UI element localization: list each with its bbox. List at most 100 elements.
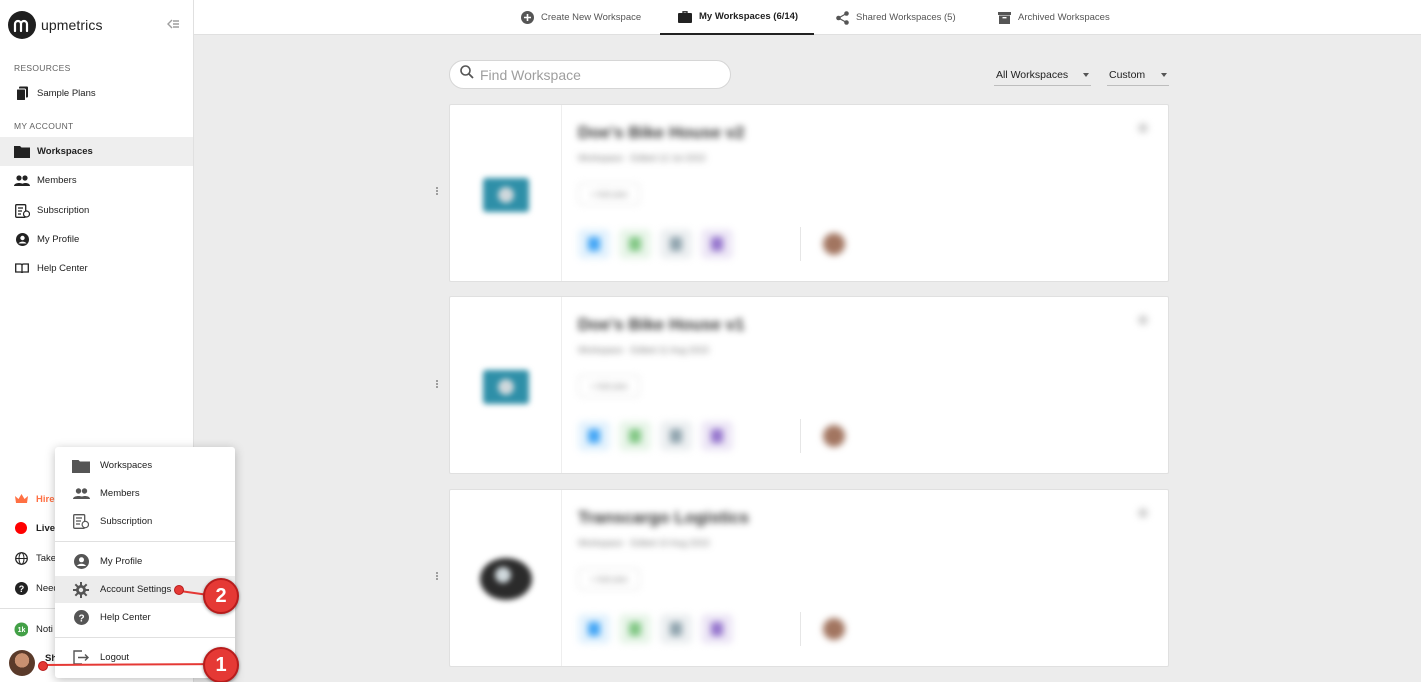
svg-text:?: ?	[78, 614, 84, 625]
menu-item-subscription[interactable]: Subscription	[55, 508, 235, 535]
plan-chip[interactable]	[660, 229, 692, 259]
sidebar-item-members[interactable]: Members	[0, 166, 193, 195]
share-icon	[835, 10, 849, 25]
add-plan-button[interactable]: + Add plan	[578, 568, 640, 590]
plan-chip[interactable]	[619, 421, 651, 451]
folder-icon	[14, 144, 30, 160]
workspace-thumbnail-area	[450, 490, 562, 666]
more-options-icon[interactable]	[1138, 315, 1148, 325]
plan-chip[interactable]	[578, 229, 610, 259]
menu-item-my-profile[interactable]: My Profile	[55, 548, 235, 575]
tab-label: Archived Workspaces	[1018, 12, 1110, 23]
workspace-card[interactable]: Doe's Bike House v2 Workspace · Edited 1…	[449, 104, 1169, 282]
tab-shared-workspaces[interactable]: Shared Workspaces (5)	[835, 0, 956, 35]
more-options-icon[interactable]	[1138, 123, 1148, 133]
sidebar-item-label: Subscription	[37, 205, 90, 216]
menu-item-label: Members	[100, 488, 140, 499]
sidebar-item-sample-plans[interactable]: Sample Plans	[0, 79, 193, 108]
menu-item-label: Help Center	[100, 612, 151, 623]
drag-handle-icon[interactable]	[436, 572, 442, 584]
archive-icon	[997, 11, 1011, 25]
select-value: All Workspaces	[996, 68, 1069, 81]
plan-chip[interactable]	[578, 614, 610, 644]
workspace-thumbnail	[480, 558, 532, 600]
workspace-subtitle: Workspace · Edited 12 Jul 2023	[578, 153, 706, 163]
sidebar-item-label: Noti	[36, 623, 53, 635]
plan-chip[interactable]	[578, 421, 610, 451]
globe-icon	[14, 551, 28, 565]
avatar[interactable]	[9, 650, 35, 676]
svg-text:?: ?	[18, 584, 24, 594]
sidebar-item-label: Help Center	[37, 263, 88, 274]
plan-chip[interactable]	[619, 229, 651, 259]
menu-divider	[55, 541, 235, 542]
sidebar-item-live[interactable]: Live	[0, 514, 60, 542]
add-plan-button[interactable]: + Add plan	[578, 183, 640, 205]
sidebar-item-notifications[interactable]: 1k Noti	[0, 615, 60, 643]
tab-archived-workspaces[interactable]: Archived Workspaces	[997, 0, 1110, 35]
plan-chip[interactable]	[660, 614, 692, 644]
plan-chips	[578, 229, 742, 259]
add-circle-icon	[520, 11, 534, 25]
sidebar-item-label: My Profile	[37, 234, 80, 245]
workspace-scope-select[interactable]: All Workspaces	[994, 64, 1091, 86]
sidebar-item-subscription[interactable]: Subscription	[0, 196, 193, 225]
plan-chip[interactable]	[701, 229, 733, 259]
sidebar-item-need[interactable]: ? Need	[0, 574, 60, 602]
plan-chip[interactable]	[660, 421, 692, 451]
sidebar-item-label: Live	[36, 522, 56, 534]
workspace-card[interactable]: Transcargo Logistics Workspace · Edited …	[449, 489, 1169, 667]
sidebar-item-label: Sample Plans	[37, 88, 96, 99]
upmetrics-logo-icon	[8, 11, 36, 39]
more-options-icon[interactable]	[1138, 508, 1148, 518]
drag-handle-icon[interactable]	[436, 187, 442, 199]
workspace-card[interactable]: Doe's Bike House v1 Workspace · Edited 1…	[449, 296, 1169, 474]
section-label-resources: RESOURCES	[14, 63, 71, 73]
menu-item-label: Subscription	[100, 516, 153, 527]
tab-create-new-workspace[interactable]: Create New Workspace	[520, 0, 641, 35]
annotation-badge-1: 1	[203, 647, 239, 682]
brand-name: upmetrics	[41, 17, 103, 33]
briefcase-icon	[678, 10, 692, 24]
workspace-thumbnail-area	[450, 105, 562, 281]
workspace-subtitle: Workspace · Edited 10 Aug 2023	[578, 538, 710, 548]
sort-select[interactable]: Custom	[1107, 64, 1169, 86]
member-avatar	[823, 233, 845, 255]
plan-chip[interactable]	[619, 614, 651, 644]
annotation-badge-2: 2	[203, 578, 239, 614]
search-input[interactable]	[480, 66, 710, 83]
workspace-title: Doe's Bike House v1	[578, 315, 745, 334]
workspace-thumbnail-area	[450, 297, 562, 473]
workspace-title: Doe's Bike House v2	[578, 123, 745, 142]
notification-count: 1k	[18, 627, 26, 634]
sidebar-item-hire[interactable]: Hire	[0, 485, 60, 513]
drag-handle-icon[interactable]	[436, 380, 442, 392]
people-icon	[14, 173, 30, 189]
tab-my-workspaces[interactable]: My Workspaces (6/14)	[660, 0, 815, 35]
workspace-title: Transcargo Logistics	[578, 508, 749, 527]
sidebar-item-take[interactable]: Take	[0, 544, 60, 572]
collapse-sidebar-icon[interactable]	[165, 17, 181, 31]
add-plan-button[interactable]: + Add plan	[578, 375, 640, 397]
menu-divider	[55, 637, 235, 638]
search-box[interactable]	[449, 60, 731, 89]
document-icon	[14, 86, 30, 102]
account-circle-icon	[72, 553, 90, 571]
sidebar-item-label: Hire	[36, 493, 55, 505]
sidebar-item-workspaces[interactable]: Workspaces	[0, 137, 193, 166]
logo[interactable]: upmetrics	[8, 11, 103, 39]
workspace-thumbnail	[483, 178, 529, 212]
sidebar-item-my-profile[interactable]: My Profile	[0, 225, 193, 254]
help-icon: ?	[14, 581, 28, 595]
plan-chip[interactable]	[701, 614, 733, 644]
menu-item-members[interactable]: Members	[55, 480, 235, 507]
menu-item-workspaces[interactable]: Workspaces	[55, 452, 235, 479]
sidebar-item-help-center[interactable]: Help Center	[0, 254, 193, 283]
account-popup-menu: Workspaces Members Subscription My Profi…	[55, 447, 235, 678]
annotation-dot-2	[174, 585, 184, 595]
workspace-subtitle: Workspace · Edited 11 Aug 2023	[578, 345, 709, 355]
card-divider	[800, 612, 801, 646]
top-tab-bar: Create New Workspace My Workspaces (6/14…	[194, 0, 1421, 35]
tab-label: My Workspaces (6/14)	[699, 11, 799, 22]
plan-chip[interactable]	[701, 421, 733, 451]
